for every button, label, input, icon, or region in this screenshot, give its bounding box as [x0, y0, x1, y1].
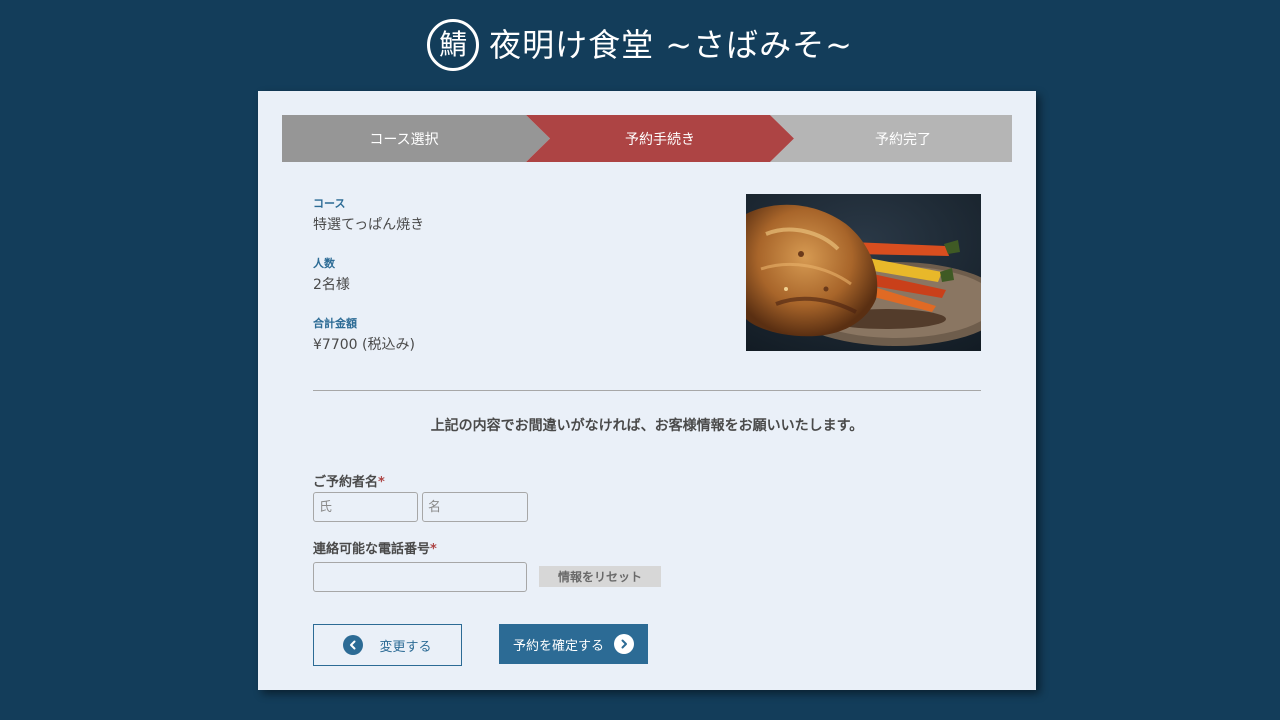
phone-label-text: 連絡可能な電話番号: [313, 542, 431, 557]
reservation-summary: コース 特選てっぱん焼き 人数 2名様 合計金額 ¥7700 (税込み): [313, 195, 673, 375]
reset-button[interactable]: 情報をリセット: [539, 566, 661, 587]
progress-steps: コース選択 予約手続き 予約完了: [282, 115, 1012, 162]
chevron-left-icon: [343, 635, 364, 655]
course-label: コース: [313, 197, 346, 210]
change-button-label: 変更する: [379, 639, 432, 655]
required-mark: *: [430, 542, 437, 557]
site-title: 夜明け食堂 ~さばみそ~: [489, 26, 853, 64]
logo-char: 鯖: [439, 28, 468, 61]
confirm-reservation-button[interactable]: 予約を確定する: [499, 624, 648, 664]
site-header: 鯖 夜明け食堂 ~さばみそ~: [0, 0, 1280, 90]
phone-label: 連絡可能な電話番号*: [313, 538, 437, 557]
name-label: ご予約者名*: [313, 471, 385, 490]
people-value: 2名様: [313, 277, 350, 293]
phone-input[interactable]: [313, 562, 527, 592]
people-label: 人数: [313, 257, 335, 270]
course-value: 特選てっぱん焼き: [313, 217, 425, 233]
required-mark: *: [378, 475, 385, 490]
confirmation-message: 上記の内容でお間違いがなければ、お客様情報をお願いいたします。: [430, 418, 864, 434]
first-name-input[interactable]: [422, 492, 528, 522]
step-reservation-procedure: 予約手続き: [526, 115, 794, 162]
last-name-input[interactable]: [313, 492, 418, 522]
divider: [313, 390, 981, 391]
chevron-right-icon: [614, 634, 634, 654]
confirm-button-label: 予約を確定する: [512, 638, 604, 654]
change-button[interactable]: 変更する: [313, 624, 462, 666]
course-dish-image: [746, 194, 981, 351]
total-label: 合計金額: [313, 317, 357, 330]
roast-meat-with-carrots-photo: [746, 194, 981, 351]
name-label-text: ご予約者名: [313, 475, 379, 490]
step-course-selection: コース選択: [282, 115, 550, 162]
step-reservation-complete: 予約完了: [770, 115, 1012, 162]
reservation-card: コース選択 予約手続き 予約完了 コース 特選てっぱん焼き 人数 2名様 合計金…: [258, 91, 1036, 690]
total-value: ¥7700 (税込み): [313, 337, 415, 353]
logo: 鯖: [427, 19, 480, 71]
